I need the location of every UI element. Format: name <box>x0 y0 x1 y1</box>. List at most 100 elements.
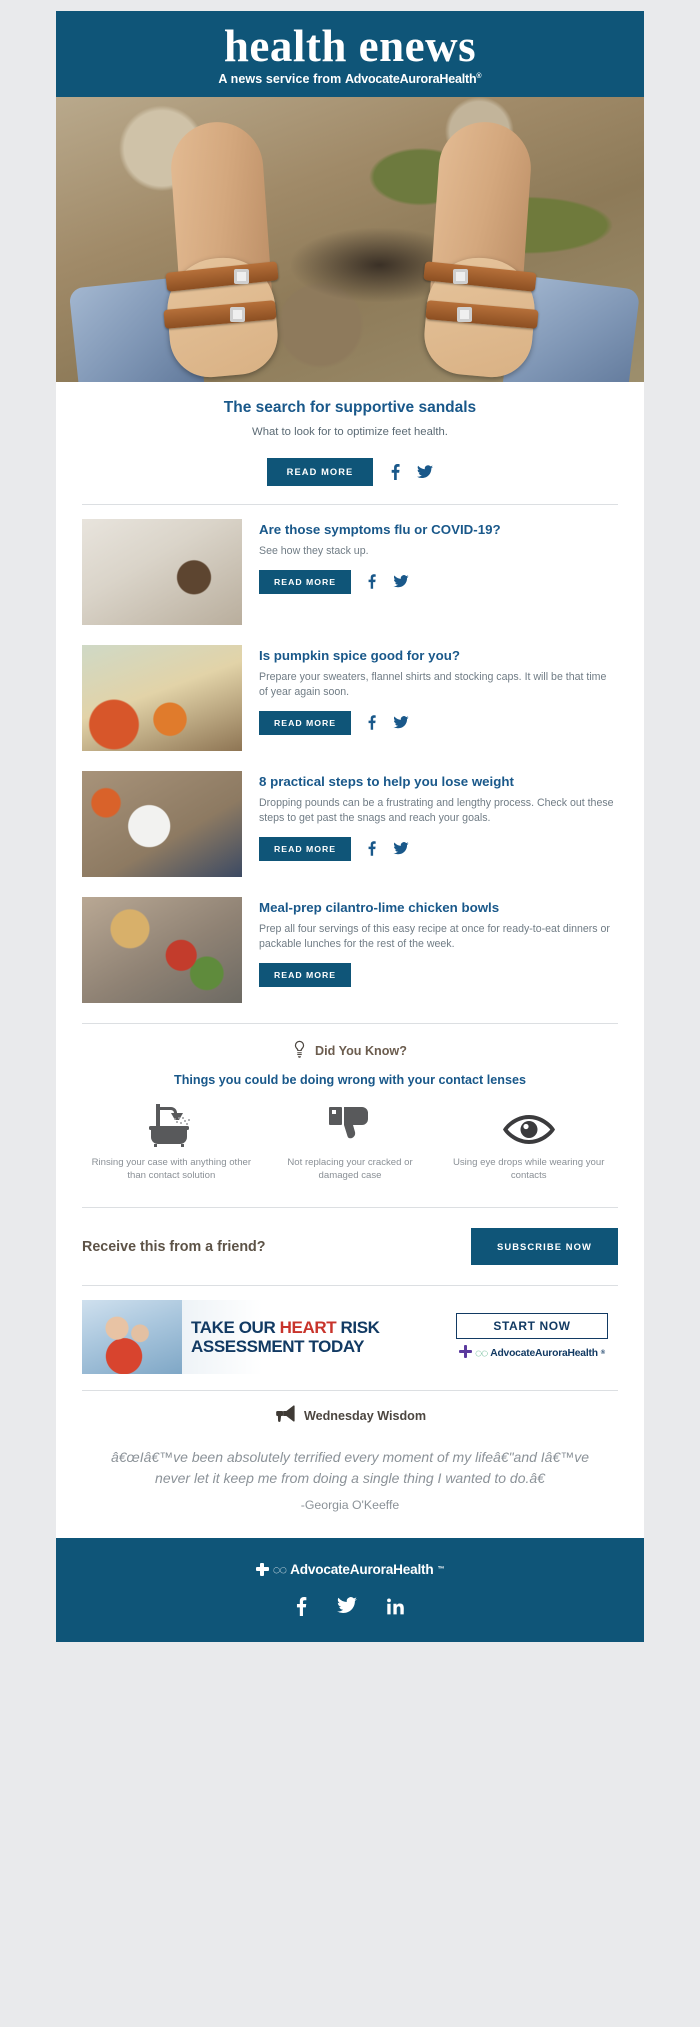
ad-brand-trademark: ® <box>600 1350 606 1357</box>
facebook-icon[interactable] <box>387 463 403 480</box>
article-cta-row: READ MORE <box>259 569 618 594</box>
footer: ◌◌ AdvocateAuroraHealth ™ <box>56 1537 644 1642</box>
did-you-know-columns: Rinsing your case with anything other th… <box>82 1101 618 1183</box>
ad-headline: TAKE OUR HEART RISK ASSESSMENT TODAY <box>182 1300 450 1375</box>
article-row: Is pumpkin spice good for you? Prepare y… <box>56 631 644 757</box>
wisdom-attribution: -Georgia O'Keeffe <box>300 1497 400 1512</box>
ad-brand-name: AdvocateAuroraHealth <box>490 1347 598 1359</box>
article-title[interactable]: Meal-prep cilantro-lime chicken bowls <box>259 899 618 916</box>
wisdom-header: Wednesday Wisdom <box>82 1405 618 1427</box>
wisdom-quote: â€œIâ€™ve been absolutely terrified ever… <box>110 1449 590 1486</box>
tagline-trademark: ® <box>476 72 482 80</box>
wisdom-label: Wednesday Wisdom <box>303 1409 427 1424</box>
subscribe-prompt: Receive this from a friend? <box>82 1238 266 1255</box>
hero-buckle <box>453 268 468 284</box>
article-thumbnail[interactable] <box>82 644 242 751</box>
article-row: Are those symptoms flu or COVID-19? See … <box>56 505 644 631</box>
did-you-know-caption: Not replacing your cracked or damaged ca… <box>287 1156 413 1182</box>
article-body: 8 practical steps to help you lose weigh… <box>259 771 618 861</box>
feature-article: The search for supportive sandals What t… <box>56 382 644 504</box>
hero-buckle <box>230 306 245 322</box>
hero-buckle <box>457 306 472 322</box>
read-more-button[interactable]: READ MORE <box>259 836 352 861</box>
did-you-know-item: Not replacing your cracked or damaged ca… <box>261 1101 440 1183</box>
twitter-icon[interactable] <box>417 463 434 480</box>
did-you-know-header: Did You Know? <box>82 1040 618 1063</box>
twitter-icon[interactable] <box>337 1596 357 1616</box>
footer-brand-name: AdvocateAuroraHealth <box>290 1561 434 1577</box>
did-you-know-heading: Things you could be doing wrong with you… <box>174 1072 526 1087</box>
email-body: health enews A news service from Advocat… <box>56 11 644 1642</box>
article-summary: Dropping pounds can be a frustrating and… <box>259 796 614 824</box>
did-you-know-label: Did You Know? <box>315 1044 407 1059</box>
hero-image[interactable] <box>56 96 644 382</box>
hero-buckle <box>234 268 249 284</box>
read-more-button[interactable]: READ MORE <box>266 457 374 486</box>
article-cta-row: READ MORE <box>259 710 618 735</box>
article-title[interactable]: Are those symptoms flu or COVID-19? <box>259 521 618 538</box>
ad-brand-logo: ◌◌ AdvocateAuroraHealth ® <box>458 1345 606 1361</box>
heart-risk-ad[interactable]: TAKE OUR HEART RISK ASSESSMENT TODAY STA… <box>82 1300 618 1375</box>
article-row: 8 practical steps to help you lose weigh… <box>56 757 644 883</box>
article-body: Are those symptoms flu or COVID-19? See … <box>259 519 618 594</box>
plus-icon <box>255 1562 269 1576</box>
eye-icon <box>446 1101 611 1147</box>
tagline-brand: AdvocateAuroraHealth <box>344 71 477 86</box>
twitter-icon[interactable] <box>393 714 409 731</box>
footer-social-row <box>56 1596 644 1616</box>
footer-trademark: ™ <box>437 1565 445 1573</box>
megaphone-icon <box>274 1405 295 1427</box>
article-row: Meal-prep cilantro-lime chicken bowls Pr… <box>56 883 644 1009</box>
feature-cta-row: READ MORE <box>96 457 604 504</box>
links-icon: ◌◌ <box>474 1346 488 1361</box>
article-thumbnail[interactable] <box>82 518 242 625</box>
facebook-icon[interactable] <box>364 714 380 731</box>
ad-line1-c: RISK <box>336 1318 380 1338</box>
twitter-icon[interactable] <box>393 840 409 857</box>
shower-icon <box>89 1101 254 1147</box>
thumbs-down-icon <box>268 1101 433 1147</box>
article-summary: Prep all four servings of this easy reci… <box>259 922 610 950</box>
article-title[interactable]: 8 practical steps to help you lose weigh… <box>259 773 618 790</box>
lightbulb-icon <box>293 1040 306 1063</box>
links-icon: ◌◌ <box>272 1561 287 1577</box>
facebook-icon[interactable] <box>364 573 380 590</box>
article-cta-row: READ MORE <box>259 962 618 987</box>
ad-banner-wrapper: TAKE OUR HEART RISK ASSESSMENT TODAY STA… <box>56 1286 644 1390</box>
masthead-title: health enews <box>223 21 477 71</box>
twitter-icon[interactable] <box>393 573 409 590</box>
tagline-prefix: A news service from <box>218 71 345 86</box>
facebook-icon[interactable] <box>364 840 380 857</box>
article-summary: Prepare your sweaters, flannel shirts an… <box>259 670 607 698</box>
feature-title[interactable]: The search for supportive sandals <box>96 398 604 418</box>
did-you-know-caption: Rinsing your case with anything other th… <box>91 1156 252 1182</box>
facebook-icon[interactable] <box>296 1596 307 1616</box>
article-body: Meal-prep cilantro-lime chicken bowls Pr… <box>259 897 618 987</box>
email-page: health enews A news service from Advocat… <box>0 0 700 2027</box>
article-thumbnail[interactable] <box>82 896 242 1003</box>
start-now-button[interactable]: START NOW <box>456 1313 608 1340</box>
did-you-know-section: Did You Know? Things you could be doing … <box>56 1024 644 1189</box>
ad-headline-line1: TAKE OUR HEART RISK <box>191 1318 450 1337</box>
ad-line1-a: TAKE OUR <box>191 1318 280 1338</box>
did-you-know-item: Rinsing your case with anything other th… <box>82 1101 261 1183</box>
article-thumbnail[interactable] <box>82 770 242 877</box>
article-title[interactable]: Is pumpkin spice good for you? <box>259 647 618 664</box>
did-you-know-caption: Using eye drops while wearing your conta… <box>452 1156 605 1182</box>
article-body: Is pumpkin spice good for you? Prepare y… <box>259 645 618 735</box>
subscribe-now-button[interactable]: SUBSCRIBE NOW <box>470 1228 618 1266</box>
ad-line1-heart: HEART <box>279 1318 337 1338</box>
subscribe-section: Receive this from a friend? SUBSCRIBE NO… <box>56 1208 644 1285</box>
masthead-tagline: A news service from AdvocateAuroraHealth… <box>56 72 644 86</box>
ad-headline-line2: ASSESSMENT TODAY <box>191 1337 365 1357</box>
footer-brand-logo: ◌◌ AdvocateAuroraHealth ™ <box>255 1561 445 1577</box>
ad-photo <box>82 1300 182 1375</box>
read-more-button[interactable]: READ MORE <box>259 962 352 987</box>
article-cta-row: READ MORE <box>259 836 618 861</box>
linkedin-icon[interactable] <box>387 1597 404 1616</box>
plus-icon <box>458 1345 472 1361</box>
read-more-button[interactable]: READ MORE <box>259 710 352 735</box>
wednesday-wisdom-section: Wednesday Wisdom â€œIâ€™ve been absolute… <box>56 1391 644 1537</box>
read-more-button[interactable]: READ MORE <box>259 569 352 594</box>
article-summary: See how they stack up. <box>259 544 369 557</box>
